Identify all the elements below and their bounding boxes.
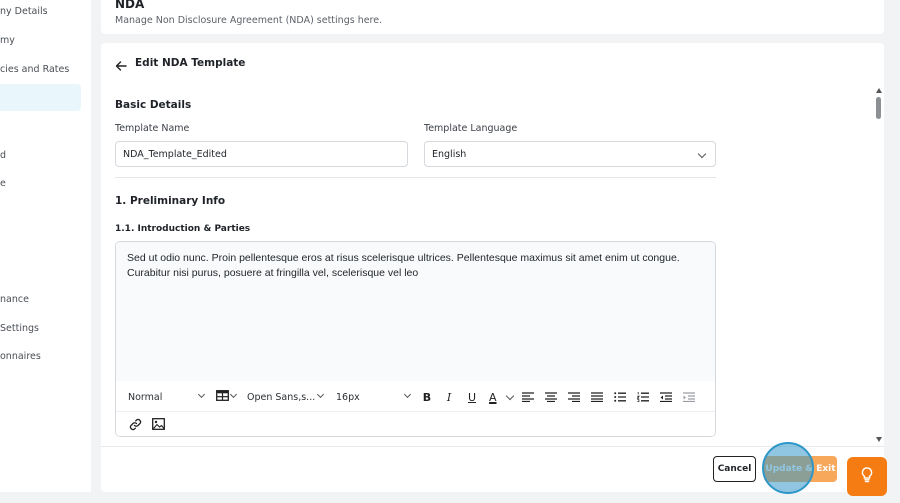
table-icon	[216, 390, 229, 404]
sidebar: ny Details my cies and Rates d e nance S…	[0, 0, 91, 492]
indent-icon	[683, 392, 695, 402]
sidebar-item-currencies-and-rates[interactable]: cies and Rates	[0, 64, 69, 75]
table-select[interactable]	[212, 387, 240, 407]
section-preliminary-info: 1. Preliminary Info	[115, 195, 226, 207]
align-center-icon	[545, 392, 557, 402]
sidebar-item-governance[interactable]: nance	[0, 294, 29, 305]
image-icon	[151, 418, 165, 430]
image-button[interactable]	[149, 414, 167, 434]
editor-line-2: Curabitur nisi purus, posuere at fringil…	[127, 267, 419, 279]
help-button[interactable]	[847, 457, 887, 496]
template-name-input[interactable]: NDA_Template_Edited	[115, 141, 408, 167]
sidebar-item-active[interactable]	[0, 84, 81, 111]
font-size-value: 16px	[336, 391, 360, 403]
bullet-list-icon	[614, 392, 626, 402]
align-center-button[interactable]	[542, 387, 560, 407]
sidebar-item-company-details[interactable]: ny Details	[0, 6, 48, 17]
link-icon	[129, 418, 141, 430]
sidebar-item-e[interactable]: e	[0, 178, 6, 189]
cancel-button[interactable]: Cancel	[713, 456, 756, 482]
outdent-button[interactable]	[657, 387, 675, 407]
scrollbar-thumb[interactable]	[876, 97, 881, 119]
back-arrow-icon[interactable]	[115, 57, 127, 71]
page-subtitle: Manage Non Disclosure Agreement (NDA) se…	[115, 15, 383, 26]
outdent-icon	[660, 392, 672, 402]
italic-button[interactable]: I	[440, 387, 458, 407]
toolbar-row-1: Normal Open Sans,s... 16px B I U A	[116, 385, 715, 409]
bold-button[interactable]: B	[418, 387, 436, 407]
template-language-value: English	[432, 148, 467, 160]
sidebar-item-questionnaires[interactable]: onnaires	[0, 351, 41, 362]
format-value: Normal	[128, 391, 163, 403]
format-select[interactable]: Normal	[124, 387, 208, 407]
font-family-select[interactable]: Open Sans,s...	[243, 387, 327, 407]
editor-content[interactable]: Sed ut odio nunc. Proin pellentesque ero…	[116, 242, 715, 381]
sidebar-item-d[interactable]: d	[0, 150, 6, 161]
text-color-button[interactable]: A	[486, 387, 515, 407]
underline-button[interactable]: U	[463, 387, 481, 407]
update-and-exit-button[interactable]: Update & Exit	[764, 456, 837, 482]
template-language-select[interactable]: English	[424, 141, 716, 167]
edit-header: Edit NDA Template	[115, 57, 246, 71]
scroll-up-arrow-icon[interactable]	[876, 88, 882, 93]
numbered-list-button[interactable]	[634, 387, 652, 407]
chevron-down-icon	[197, 390, 206, 399]
scroll-down-arrow-icon[interactable]	[876, 437, 882, 442]
chevron-down-icon	[403, 390, 412, 399]
edit-template-card: Edit NDA Template Basic Details Template…	[101, 43, 884, 492]
chevron-down-icon	[316, 390, 325, 399]
edit-title: Edit NDA Template	[135, 57, 246, 69]
editor-toolbar: Normal Open Sans,s... 16px B I U A	[116, 381, 715, 436]
link-button[interactable]	[126, 414, 144, 434]
toolbar-row-2	[116, 411, 715, 435]
align-justify-icon	[591, 392, 603, 402]
header-card: NDA Manage Non Disclosure Agreement (NDA…	[101, 0, 884, 34]
align-right-button[interactable]	[565, 387, 583, 407]
footer-divider	[101, 446, 884, 447]
align-left-icon	[522, 392, 534, 402]
numbered-list-icon	[637, 392, 649, 402]
lightbulb-icon	[861, 466, 873, 487]
chevron-down-icon	[697, 149, 707, 159]
font-family-value: Open Sans,s...	[247, 391, 316, 403]
align-right-icon	[568, 392, 580, 402]
sidebar-item-settings[interactable]: Settings	[0, 323, 39, 334]
template-name-label: Template Name	[115, 123, 190, 134]
chevron-down-icon	[505, 391, 515, 401]
template-name-value: NDA_Template_Edited	[123, 148, 227, 160]
editor-line-1: Sed ut odio nunc. Proin pellentesque ero…	[127, 252, 680, 264]
subsection-introduction-parties: 1.1. Introduction & Parties	[115, 224, 251, 234]
bullet-list-button[interactable]	[611, 387, 629, 407]
rich-text-editor: Sed ut odio nunc. Proin pellentesque ero…	[115, 241, 716, 437]
align-justify-button[interactable]	[588, 387, 606, 407]
indent-button[interactable]	[680, 387, 698, 407]
template-language-label: Template Language	[424, 123, 518, 134]
chevron-down-icon	[229, 390, 238, 399]
page-title: NDA	[115, 0, 145, 11]
basic-details-title: Basic Details	[115, 99, 192, 111]
divider	[115, 177, 716, 178]
sidebar-item-taxonomy[interactable]: my	[0, 35, 15, 46]
align-left-button[interactable]	[519, 387, 537, 407]
text-color-icon: A	[489, 390, 497, 404]
font-size-select[interactable]: 16px	[332, 387, 414, 407]
